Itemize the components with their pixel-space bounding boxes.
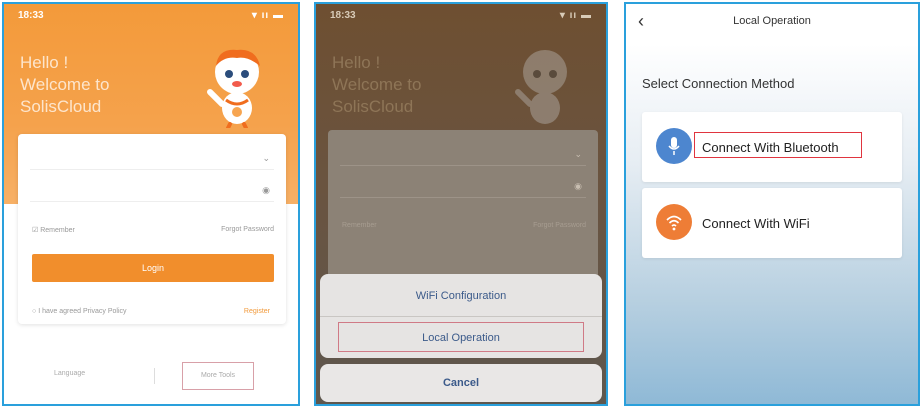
remember-label[interactable]: Remember: [342, 222, 377, 229]
welcome-line-3: SolisCloud: [20, 97, 102, 116]
mascot-icon: [207, 49, 260, 128]
bottom-divider: [154, 368, 155, 384]
login-button[interactable]: Login: [32, 254, 274, 282]
wifi-configuration-option[interactable]: WiFi Configuration: [320, 276, 602, 316]
more-tools-button[interactable]: More Tools: [182, 362, 254, 390]
language-button[interactable]: Language: [54, 370, 85, 377]
status-bar: 18:33 ▾ ıı ▬: [330, 10, 592, 24]
welcome-heading: Hello ! Welcome to SolisCloud: [20, 52, 109, 118]
welcome-heading: Hello ! Welcome to SolisCloud: [332, 52, 421, 118]
bluetooth-highlight: [694, 132, 862, 158]
status-bar: 18:33 ▾ ıı ▬: [18, 10, 284, 24]
dropdown-icon[interactable]: ⌄: [574, 149, 582, 160]
username-field[interactable]: ⌄: [340, 146, 586, 166]
welcome-line-2: Welcome to: [332, 75, 422, 94]
more-tools-screen: 18:33 ▾ ıı ▬ Hello ! Welcome to SolisClo…: [314, 2, 608, 406]
sheet-divider: [320, 316, 602, 317]
privacy-checkbox[interactable]: ○ I have agreed Privacy Policy: [32, 308, 127, 315]
status-icons: ▾ ıı ▬: [251, 10, 284, 21]
password-field[interactable]: ◉: [30, 182, 274, 202]
nav-bar: ‹ Local Operation: [626, 4, 918, 40]
local-operation-highlight: [338, 322, 584, 352]
remember-checkbox[interactable]: ☑ Remember: [32, 226, 75, 234]
status-time: 18:33: [330, 10, 356, 21]
action-sheet: WiFi Configuration Local Operation: [320, 274, 602, 358]
forgot-password-link[interactable]: Forgot Password: [221, 226, 274, 233]
connect-wifi-option[interactable]: Connect With WiFi: [642, 188, 902, 258]
register-link[interactable]: Register: [244, 308, 270, 315]
wifi-icon: [656, 204, 692, 240]
privacy-label: I have agreed Privacy Policy: [38, 308, 127, 315]
remember-label: Remember: [40, 227, 75, 234]
dropdown-icon[interactable]: ⌄: [262, 153, 270, 164]
welcome-line-3: SolisCloud: [332, 97, 414, 116]
eye-icon[interactable]: ◉: [262, 185, 270, 196]
cancel-button[interactable]: Cancel: [320, 364, 602, 402]
welcome-line-1: Hello !: [20, 53, 69, 72]
welcome-line-1: Hello !: [332, 53, 381, 72]
wifi-label: Connect With WiFi: [702, 216, 810, 231]
forgot-password-link[interactable]: Forgot Password: [533, 222, 586, 229]
bottom-bar: Language More Tools: [4, 362, 298, 390]
login-card: ⌄ ◉ ☑ Remember Forgot Password Login ○ I…: [18, 134, 286, 324]
welcome-line-2: Welcome to: [20, 75, 110, 94]
login-card: ⌄ ◉ Remember Forgot Password: [328, 130, 598, 280]
local-operation-screen: ‹ Local Operation Select Connection Meth…: [624, 2, 920, 406]
connect-bluetooth-option[interactable]: Connect With Bluetooth: [642, 112, 902, 182]
password-field[interactable]: ◉: [340, 178, 586, 198]
status-time: 18:33: [18, 10, 44, 21]
page-title: Local Operation: [733, 15, 811, 27]
bluetooth-icon: [656, 128, 692, 164]
mascot-icon: [515, 50, 567, 124]
status-icons: ▾ ıı ▬: [559, 10, 592, 21]
section-title: Select Connection Method: [642, 76, 795, 91]
eye-icon[interactable]: ◉: [574, 181, 582, 192]
login-screen: 18:33 ▾ ıı ▬ Hello ! Welcome to SolisClo…: [2, 2, 300, 406]
username-field[interactable]: ⌄: [30, 150, 274, 170]
